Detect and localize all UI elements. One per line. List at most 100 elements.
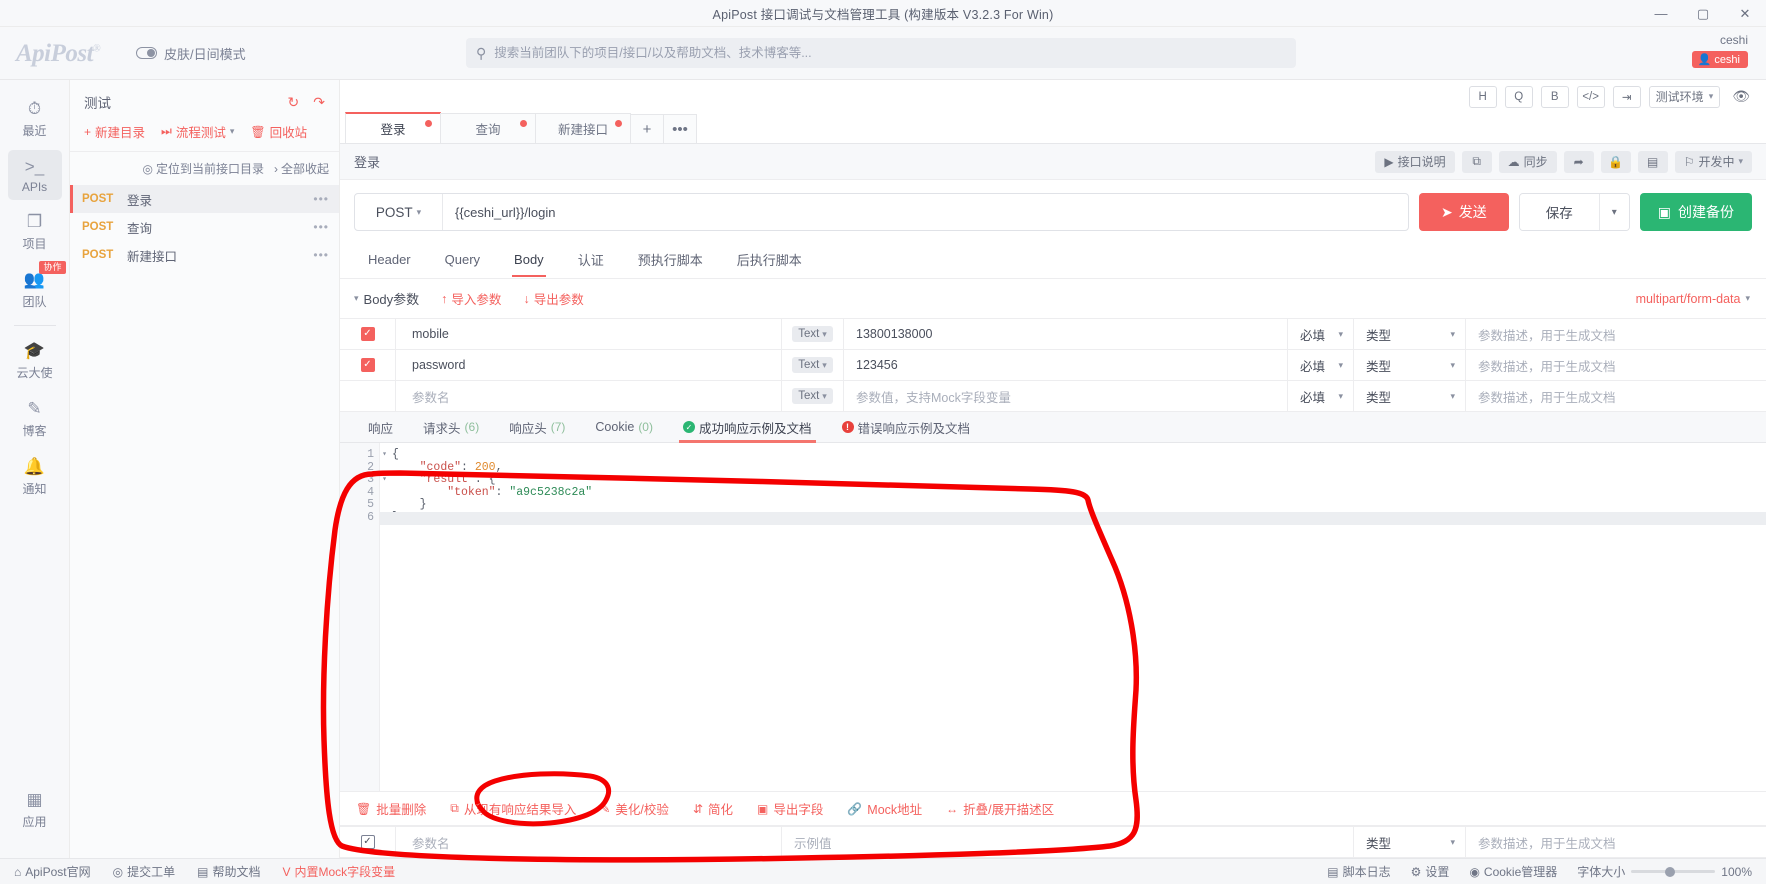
font-size-slider[interactable] — [1631, 866, 1716, 877]
more-icon[interactable]: ••• — [313, 248, 329, 262]
tab-post-script[interactable]: 后执行脚本 — [723, 241, 816, 278]
tab-more-button[interactable]: ••• — [663, 114, 697, 143]
row-checkbox-cell[interactable]: ✓ — [340, 350, 396, 380]
refresh-icon[interactable]: ↻ — [288, 94, 300, 111]
user-area[interactable]: ceshi 👤 ceshi — [1691, 32, 1748, 68]
official-site-link[interactable]: ⌂ ApiPost官网 — [14, 863, 91, 880]
param-desc-cell[interactable]: 参数描述，用于生成文档 — [1466, 350, 1766, 380]
method-select[interactable]: POST ▾ — [355, 194, 443, 230]
maximize-button[interactable]: ▢ — [1682, 0, 1724, 27]
param-kind-cell[interactable]: 类型 ▾ — [1354, 381, 1466, 411]
param-type-cell[interactable]: Text ▾ — [782, 319, 844, 349]
tab-pre-script[interactable]: 预执行脚本 — [624, 241, 717, 278]
content-type-select[interactable]: multipart/form-data ▾ — [1636, 292, 1750, 306]
param-kind-cell[interactable]: 类型 ▾ — [1354, 350, 1466, 380]
export-params-button[interactable]: ↓ 导出参数 — [523, 289, 583, 308]
header-tool-h-button[interactable]: H — [1468, 85, 1497, 108]
cookie-manager-link[interactable]: ◉ Cookie管理器 — [1469, 863, 1557, 880]
close-button[interactable]: ✕ — [1724, 0, 1766, 27]
tab-header[interactable]: Header — [354, 243, 425, 276]
list-item[interactable]: POST 新建接口 ••• — [70, 241, 339, 269]
save-button[interactable]: 保存 — [1519, 194, 1599, 230]
flow-test-button[interactable]: ⏭ 流程测试 ▾ — [161, 122, 234, 141]
eye-icon[interactable]: 👁 — [1728, 88, 1754, 105]
param-required-cell[interactable]: 必填 ▾ — [1288, 319, 1354, 349]
url-input[interactable] — [443, 204, 1409, 220]
import-params-button[interactable]: ↑ 导入参数 — [441, 289, 501, 308]
share-arrow-icon[interactable]: ➦ — [1563, 150, 1594, 173]
batch-delete-button[interactable]: 🗑 批量删除 — [356, 799, 426, 818]
tab-response-headers[interactable]: 响应头 (7) — [495, 412, 579, 443]
tab-login[interactable]: 登录 — [345, 112, 441, 143]
tab-request-headers[interactable]: 请求头 (6) — [409, 412, 493, 443]
param-desc-cell[interactable]: 参数描述，用于生成文档 — [1466, 319, 1766, 349]
tab-cookie[interactable]: Cookie (0) — [581, 412, 667, 443]
response-code-editor[interactable]: 1 ▾ 2 3 ▾ 4 5 6 { "code": 200, "result": {… — [340, 443, 1766, 792]
api-status-dropdown[interactable]: ⚐ 开发中 ▾ — [1674, 150, 1752, 173]
header-tool-code-button[interactable]: </> — [1576, 85, 1605, 108]
more-icon[interactable]: ••• — [313, 192, 329, 206]
sidebar-item-ambassador[interactable]: 🎓 云大使 — [8, 334, 62, 387]
settings-link[interactable]: ⚙ 设置 — [1411, 863, 1450, 880]
export-fields-button[interactable]: ▣ 导出字段 — [757, 799, 823, 818]
row-checkbox-cell[interactable]: ✓ — [340, 319, 396, 349]
param-desc-cell[interactable]: 参数描述，用于生成文档 — [1466, 827, 1766, 857]
tab-response[interactable]: 响应 — [354, 412, 407, 443]
body-params-title[interactable]: ▾ Body参数 — [354, 289, 419, 308]
list-item[interactable]: POST 登录 ••• — [70, 185, 339, 213]
add-tab-button[interactable]: + — [630, 114, 664, 143]
param-kind-cell[interactable]: 类型 ▾ — [1354, 827, 1466, 857]
help-docs-link[interactable]: ▤ 帮助文档 — [197, 863, 260, 880]
sidebar-item-recent[interactable]: ⏱ 最近 — [8, 92, 62, 145]
sidebar-item-team[interactable]: 协作 👥 团队 — [8, 261, 66, 316]
copy-icon[interactable]: ⧉ — [1461, 150, 1492, 173]
example-value-cell[interactable]: 示例值 — [782, 827, 1354, 857]
beautify-validate-button[interactable]: ✎ 美化/校验 — [600, 799, 669, 818]
param-kind-cell[interactable]: 类型 ▾ — [1354, 319, 1466, 349]
slider-knob[interactable] — [1665, 866, 1676, 877]
param-value-cell[interactable]: 参数值，支持Mock字段变量 — [844, 381, 1288, 411]
import-arrow-icon[interactable]: ↷ — [313, 94, 325, 111]
param-name-cell[interactable]: 参数名 — [396, 827, 782, 857]
import-from-response-button[interactable]: ⧉ 从现有响应结果导入 — [450, 799, 576, 818]
search-input[interactable] — [494, 46, 1286, 60]
minimize-button[interactable]: — — [1640, 0, 1682, 27]
param-name-cell[interactable]: mobile — [396, 319, 782, 349]
collapse-all-button[interactable]: › 全部收起 — [274, 160, 329, 177]
param-value-cell[interactable]: 123456 — [844, 350, 1288, 380]
create-backup-button[interactable]: ▣ 创建备份 — [1639, 193, 1752, 231]
param-type-cell[interactable]: Text ▾ — [782, 350, 844, 380]
param-type-cell[interactable]: Text ▾ — [782, 381, 844, 411]
checkbox-checked-icon[interactable]: ✓ — [360, 358, 375, 372]
submit-ticket-link[interactable]: ◎ 提交工单 — [113, 863, 176, 880]
sidebar-item-notification[interactable]: 🔔 通知 — [8, 450, 62, 503]
toggle-switch-icon[interactable] — [136, 47, 157, 59]
tab-body[interactable]: Body — [500, 243, 558, 277]
tab-success-example[interactable]: ✓ 成功响应示例及文档 — [669, 412, 826, 443]
row-checkbox-cell[interactable]: ✓ — [340, 827, 396, 857]
checkbox-checked-icon[interactable]: ✓ — [360, 327, 375, 341]
sync-button[interactable]: ☁ 同步 — [1498, 150, 1557, 173]
fold-caret-icon[interactable]: ▾ — [382, 474, 387, 487]
list-item[interactable]: POST 查询 ••• — [70, 213, 339, 241]
chevron-down-icon[interactable]: ▾ — [1598, 194, 1629, 230]
lock-icon[interactable]: 🔒 — [1600, 150, 1631, 173]
locate-current-dir-button[interactable]: ◎ 定位到当前接口目录 — [142, 160, 264, 177]
send-button[interactable]: ➤ 发送 — [1419, 193, 1509, 231]
tab-auth[interactable]: 认证 — [564, 241, 618, 278]
script-log-link[interactable]: ▤ 脚本日志 — [1327, 863, 1390, 880]
document-icon[interactable]: ▤ — [1637, 150, 1668, 173]
param-name-cell[interactable]: password — [396, 350, 782, 380]
global-search[interactable]: ⚲ — [466, 38, 1296, 68]
minify-button[interactable]: ⇵ 简化 — [693, 799, 733, 818]
tab-query[interactable]: Query — [431, 243, 494, 276]
more-icon[interactable]: ••• — [313, 220, 329, 234]
sidebar-item-apps[interactable]: ▦ 应用 — [8, 783, 62, 836]
recycle-bin-button[interactable]: 🗑 回收站 — [250, 122, 307, 141]
param-required-cell[interactable]: 必填 ▾ — [1288, 350, 1354, 380]
skin-mode-toggle[interactable]: 皮肤/日间模式 — [136, 44, 246, 63]
param-required-cell[interactable]: 必填 ▾ — [1288, 381, 1354, 411]
user-badge[interactable]: 👤 ceshi — [1691, 51, 1748, 68]
sidebar-item-apis[interactable]: >_ APIs — [7, 150, 62, 200]
sidebar-item-project[interactable]: ❐ 项目 — [8, 205, 62, 258]
